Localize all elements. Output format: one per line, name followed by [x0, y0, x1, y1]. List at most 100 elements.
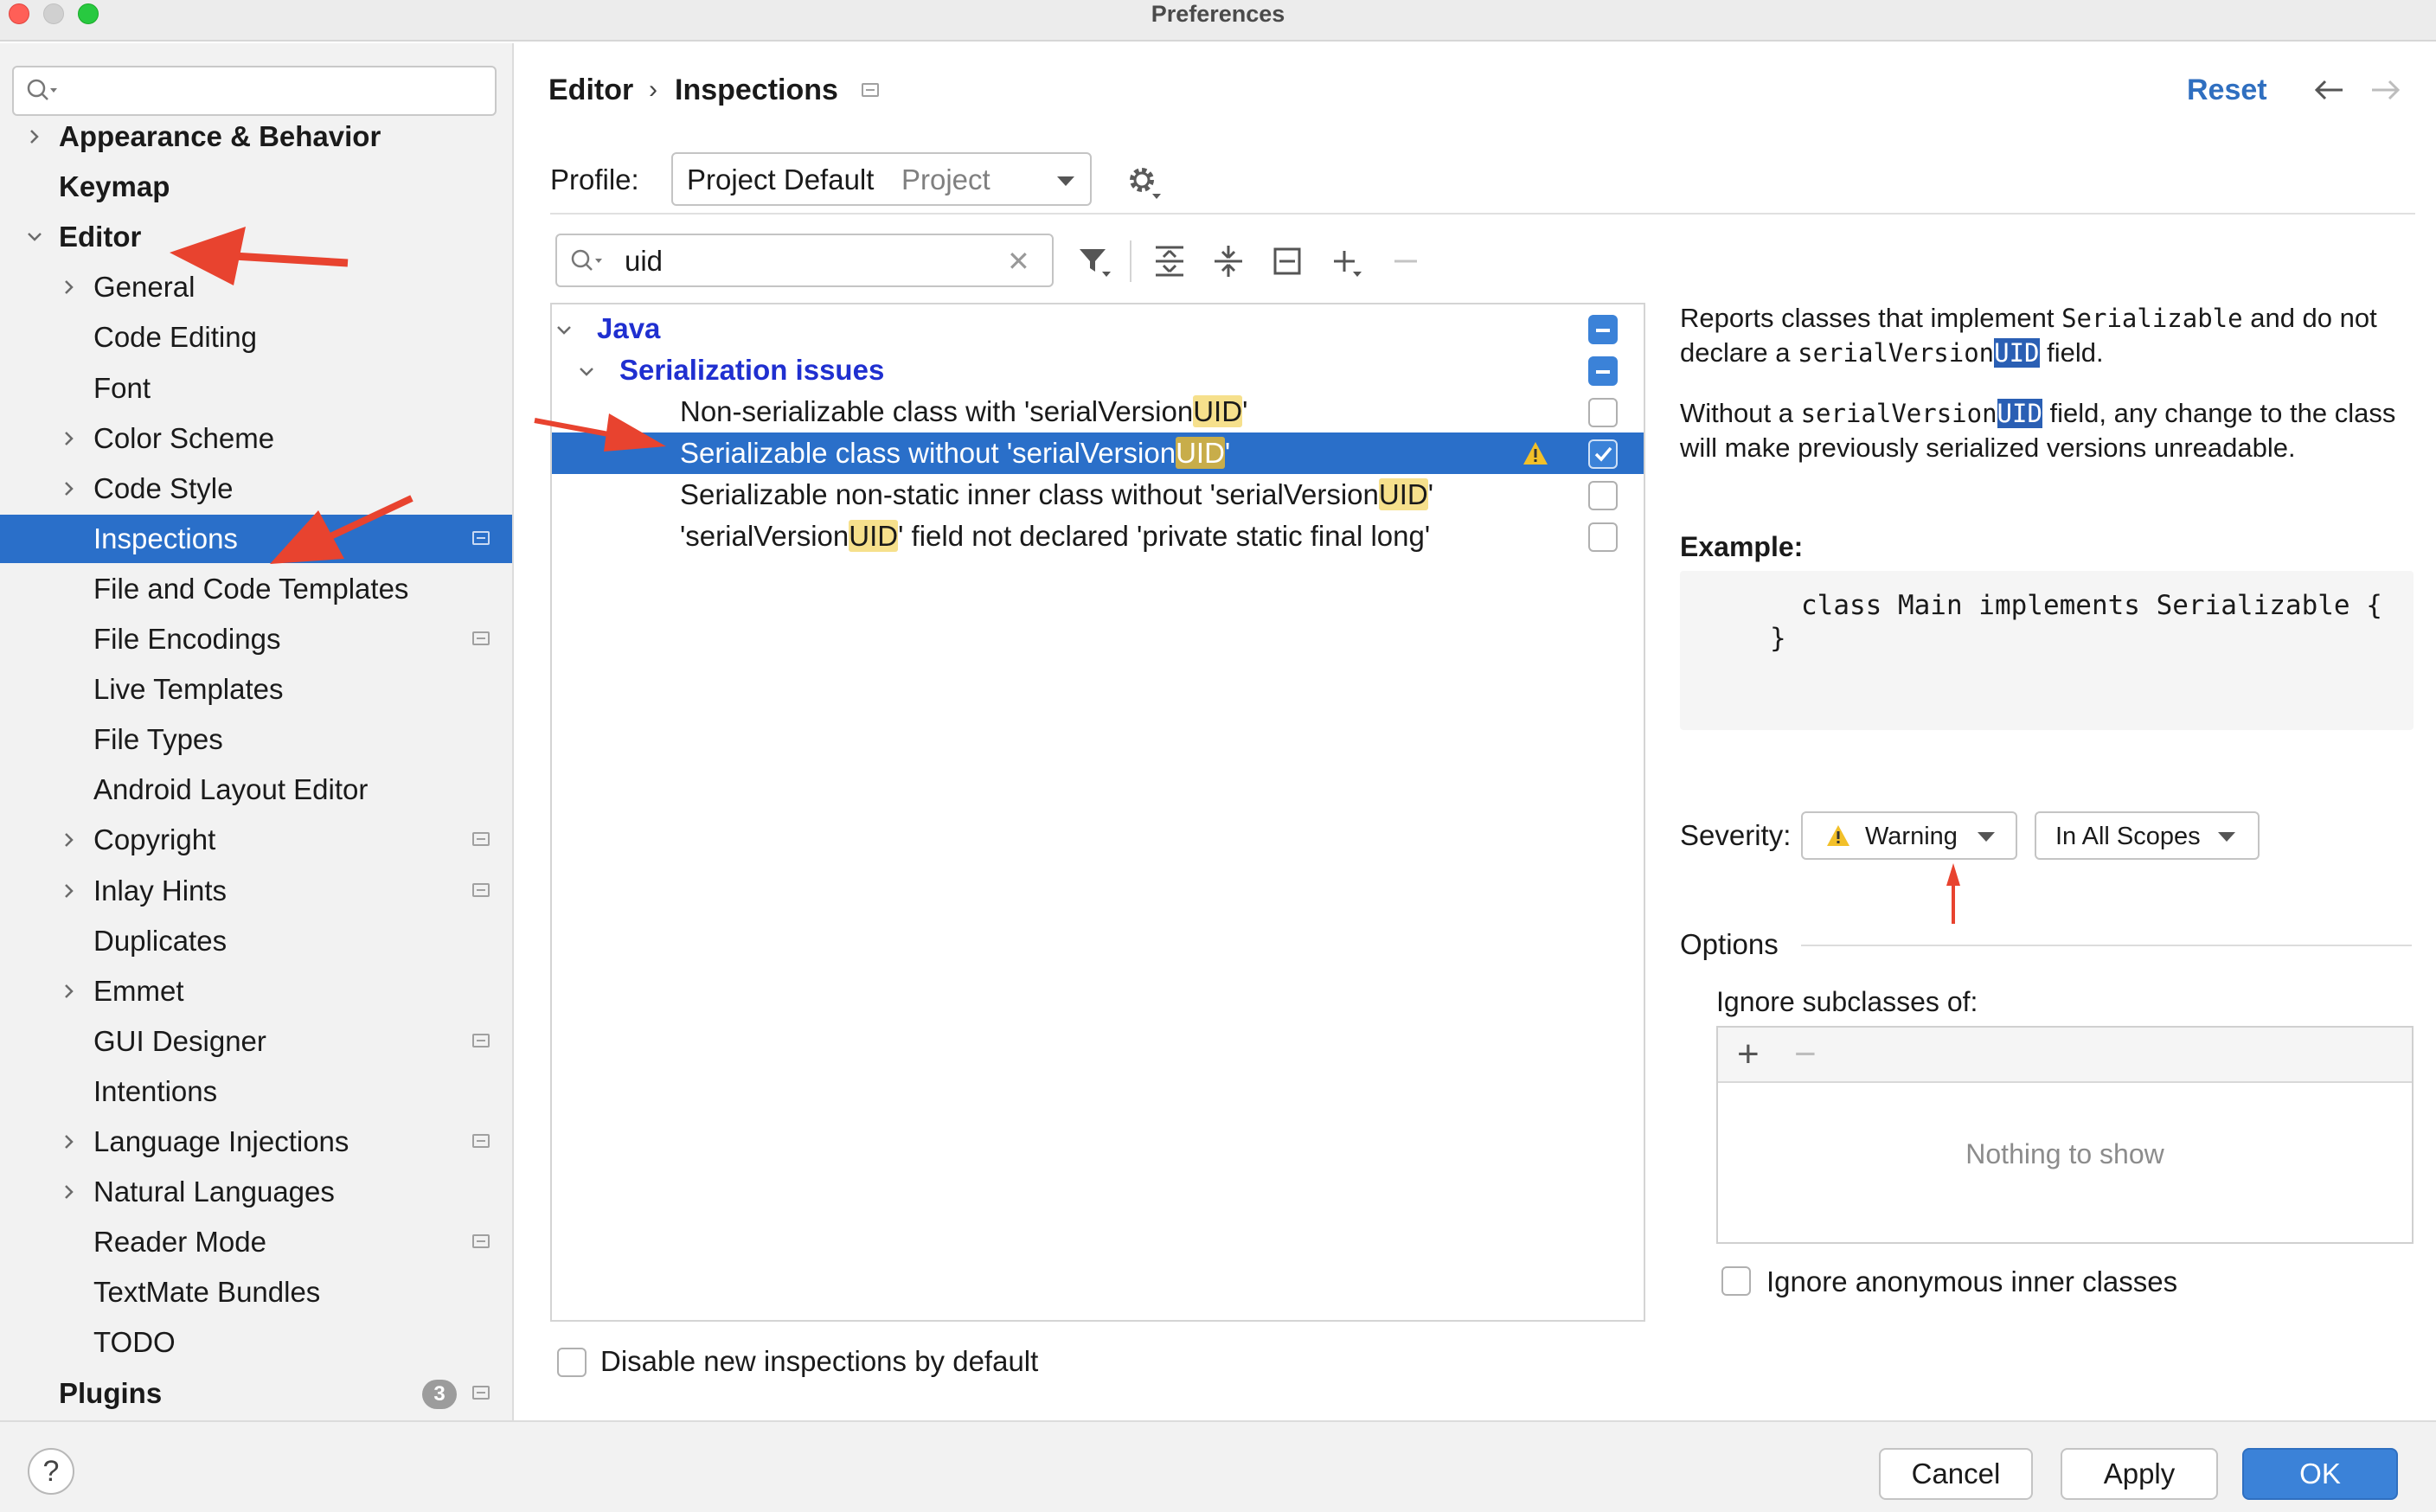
chevron-down-icon [2218, 832, 2235, 842]
reset-link[interactable]: Reset [2187, 71, 2267, 109]
profile-dropdown[interactable]: Project Default Project [671, 152, 1092, 206]
sidebar-item-file-encodings[interactable]: File Encodings [0, 615, 512, 663]
sidebar-item-code-style[interactable]: Code Style [0, 464, 512, 513]
sidebar-item-font[interactable]: Font [0, 364, 512, 413]
scope-dropdown[interactable]: In All Scopes [2035, 811, 2260, 860]
sidebar-item-duplicates[interactable]: Duplicates [0, 917, 512, 965]
inspection-group-label: Java [597, 312, 661, 344]
help-button[interactable]: ? [28, 1448, 74, 1495]
sidebar-item-gui-designer[interactable]: GUI Designer [0, 1017, 512, 1066]
severity-dropdown[interactable]: Warning [1801, 811, 2017, 860]
sidebar-item-live-templates[interactable]: Live Templates [0, 665, 512, 714]
sidebar-item-code-editing[interactable]: Code Editing [0, 313, 512, 362]
sidebar-item-plugins[interactable]: Plugins 3 [0, 1369, 512, 1418]
sidebar-item-editor[interactable]: Editor [0, 213, 512, 261]
sidebar-item-file-types[interactable]: File Types [0, 715, 512, 764]
sidebar-item-emmet[interactable]: Emmet [0, 967, 512, 1015]
chevron-down-icon [1057, 176, 1074, 186]
sidebar-item-intentions[interactable]: Intentions [0, 1067, 512, 1116]
sidebar-item-general[interactable]: General [0, 263, 512, 311]
forward-arrow-icon[interactable] [2369, 76, 2403, 104]
sidebar-item-label: Plugins [59, 1377, 163, 1409]
filter-icon[interactable] [1076, 244, 1114, 279]
chevron-down-icon[interactable] [21, 213, 47, 261]
sidebar-item-color-scheme[interactable]: Color Scheme [0, 414, 512, 463]
cancel-button[interactable]: Cancel [1879, 1448, 2033, 1500]
inspection-row[interactable]: Non-serializable class with 'serialVersi… [552, 391, 1644, 432]
sidebar-item-file-and-code-templates[interactable]: File and Code Templates [0, 565, 512, 613]
expand-all-icon[interactable] [1151, 244, 1189, 279]
sidebar-item-textmate-bundles[interactable]: TextMate Bundles [0, 1268, 512, 1317]
sidebar-item-label: Code Style [93, 472, 234, 504]
project-level-marker-icon [472, 832, 490, 846]
inspection-group-row[interactable]: Java [552, 308, 1644, 349]
inspection-row[interactable]: 'serialVersionUID' field not declared 'p… [552, 516, 1644, 557]
chevron-right-icon[interactable] [55, 1168, 81, 1216]
sidebar-item-label: File Types [93, 723, 223, 755]
disable-new-inspections-checkbox[interactable] [557, 1348, 587, 1377]
ignore-subclasses-list[interactable]: + − Nothing to show [1716, 1026, 2414, 1244]
inspection-label-text: Serializable non-static inner class with… [680, 478, 1379, 510]
sidebar-item-inlay-hints[interactable]: Inlay Hints [0, 867, 512, 915]
inspection-enabled-checkbox[interactable] [1588, 315, 1618, 344]
sidebar-item-language-injections[interactable]: Language Injections [0, 1118, 512, 1166]
sidebar-item-android-layout-editor[interactable]: Android Layout Editor [0, 766, 512, 814]
inspection-enabled-checkbox[interactable] [1588, 398, 1618, 427]
remove-subclass-button[interactable]: − [1794, 1033, 1817, 1076]
inspection-enabled-checkbox[interactable] [1588, 522, 1618, 552]
settings-search-input[interactable] [12, 66, 497, 116]
breadcrumb-editor[interactable]: Editor [548, 71, 633, 109]
toolbar-separator [1130, 240, 1131, 282]
profile-scope: Project [901, 163, 990, 195]
sidebar-item-keymap[interactable]: Keymap [0, 163, 512, 211]
code-serialversion: serialVersion [1798, 338, 1995, 368]
project-level-marker-icon [472, 1386, 490, 1400]
add-subclass-button[interactable]: + [1737, 1033, 1760, 1076]
chevron-down-icon[interactable] [555, 322, 573, 339]
chevron-right-icon[interactable] [21, 112, 47, 161]
ok-button[interactable]: OK [2242, 1448, 2398, 1500]
apply-button[interactable]: Apply [2061, 1448, 2218, 1500]
inspection-enabled-checkbox[interactable] [1588, 439, 1618, 469]
profile-name: Project Default [687, 163, 875, 195]
search-match-highlight: UID [1176, 437, 1225, 469]
remove-icon[interactable] [1388, 244, 1426, 279]
sidebar-item-todo[interactable]: TODO [0, 1318, 512, 1367]
inspection-label-text: ' field not declared 'private static fin… [898, 520, 1431, 552]
close-icon[interactable]: ✕ [1007, 244, 1030, 279]
chevron-down-icon[interactable] [578, 363, 595, 381]
code-serialversion: serialVersion [1800, 399, 1997, 428]
sidebar-item-label: TODO [93, 1326, 176, 1358]
inspection-enabled-checkbox[interactable] [1588, 356, 1618, 386]
filter-value: uid [625, 245, 663, 277]
chevron-right-icon[interactable] [55, 414, 81, 463]
chevron-right-icon[interactable] [55, 967, 81, 1015]
example-code-block: class Main implements Serializable { } [1680, 571, 2414, 730]
inspection-row[interactable]: Serializable class without 'serialVersio… [552, 432, 1644, 474]
sidebar-item-copyright[interactable]: Copyright [0, 816, 512, 864]
reset-to-default-icon[interactable] [1268, 244, 1306, 279]
inspection-filter-input[interactable]: uid ✕ [555, 234, 1054, 287]
chevron-down-icon [1978, 832, 1995, 842]
back-arrow-icon[interactable] [2311, 76, 2346, 104]
settings-sidebar: Appearance & Behavior Keymap Editor General… [0, 43, 514, 1420]
collapse-all-icon[interactable] [1209, 244, 1247, 279]
chevron-right-icon[interactable] [55, 464, 81, 513]
chevron-right-icon[interactable] [55, 263, 81, 311]
inspection-enabled-checkbox[interactable] [1588, 481, 1618, 510]
sidebar-item-natural-languages[interactable]: Natural Languages [0, 1168, 512, 1216]
chevron-right-icon[interactable] [55, 867, 81, 915]
chevron-right-icon[interactable] [55, 816, 81, 864]
gear-icon[interactable] [1125, 163, 1163, 201]
sidebar-item-inspections[interactable]: Inspections [0, 515, 512, 563]
inspection-group-row[interactable]: Serialization issues [552, 349, 1644, 391]
list-toolbar: + − [1718, 1028, 2412, 1083]
sidebar-item-reader-mode[interactable]: Reader Mode [0, 1218, 512, 1266]
inspection-row[interactable]: Serializable non-static inner class with… [552, 474, 1644, 516]
sidebar-item-appearance-behavior[interactable]: Appearance & Behavior [0, 112, 512, 161]
chevron-right-icon[interactable] [55, 1118, 81, 1166]
ignore-anonymous-checkbox[interactable] [1721, 1266, 1751, 1296]
add-icon[interactable] [1329, 244, 1367, 279]
code-serializable: Serializable [2061, 304, 2243, 333]
inspection-tree: Java Serialization issues Non-serializable… [550, 303, 1645, 1322]
